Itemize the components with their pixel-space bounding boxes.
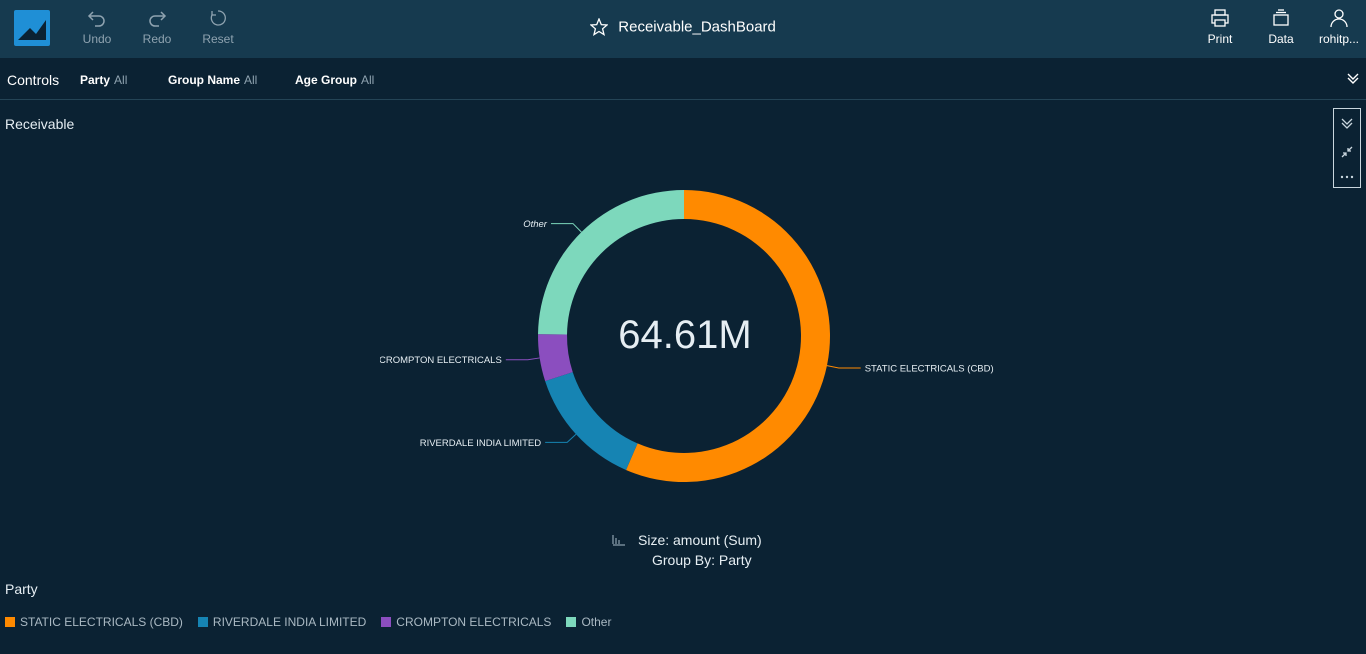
group-name-filter-value: All <box>244 73 258 87</box>
legend-swatch <box>566 617 577 627</box>
age-group-filter[interactable]: Age Group All <box>295 73 374 87</box>
favorite-star-icon[interactable] <box>590 18 609 37</box>
legend-swatch <box>197 617 208 627</box>
legend-item[interactable]: CROMPTON ELECTRICALS <box>381 615 551 629</box>
party-filter[interactable]: Party All <box>80 73 127 87</box>
sort-icon[interactable] <box>612 534 626 546</box>
legend-label: CROMPTON ELECTRICALS <box>396 615 552 629</box>
user-label: rohitp... <box>1318 32 1360 46</box>
collapse-visual-icon[interactable] <box>1340 116 1354 130</box>
slice-label-riverdale-india-limited: RIVERDALE INDIA LIMITED <box>420 438 542 449</box>
group-by-label: Group By: Party <box>652 552 752 568</box>
print-button[interactable]: Print <box>1196 8 1244 46</box>
chart-legend: STATIC ELECTRICALS (CBD) RIVERDALE INDIA… <box>5 615 611 629</box>
leader-line-other <box>550 223 582 233</box>
more-options-icon[interactable] <box>1339 174 1355 180</box>
user-icon <box>1330 9 1348 28</box>
legend-item[interactable]: Other <box>566 615 611 629</box>
slice-label-crompton-electricals: CROMPTON ELECTRICALS <box>380 355 502 366</box>
legend-item[interactable]: STATIC ELECTRICALS (CBD) <box>5 615 183 629</box>
slice-label-other: Other <box>523 219 548 230</box>
expand-controls-icon[interactable] <box>1346 71 1360 85</box>
legend-title: Party <box>5 581 38 597</box>
visual-menu <box>1333 108 1361 188</box>
size-label: Size: amount (Sum) <box>638 532 762 548</box>
party-filter-name: Party <box>80 73 111 87</box>
legend-label: Other <box>581 615 612 629</box>
legend-label: STATIC ELECTRICALS (CBD) <box>20 615 183 629</box>
data-icon <box>1273 9 1289 26</box>
slice-riverdale-india-limited[interactable] <box>545 372 638 470</box>
group-name-filter[interactable]: Group Name All <box>168 73 257 87</box>
top-toolbar: Undo Redo Reset Receivable_DashBoard Pri… <box>0 0 1366 59</box>
data-button[interactable]: Data <box>1257 8 1305 46</box>
age-group-filter-name: Age Group <box>295 73 357 87</box>
controls-bar: Controls Party All Group Name All Age Grou… <box>0 59 1366 100</box>
minimize-icon[interactable] <box>1340 145 1354 159</box>
group-name-filter-name: Group Name <box>168 73 241 87</box>
dashboard-title: Receivable_DashBoard <box>0 18 1366 37</box>
user-menu-button[interactable]: rohitp... <box>1312 8 1366 46</box>
leader-line-static-electricals-cbd <box>826 365 861 369</box>
slice-label-static-electricals-cbd: STATIC ELECTRICALS (CBD) <box>865 364 994 375</box>
leader-line-crompton-electricals <box>505 357 540 361</box>
donut-center-value: 64.61M <box>618 313 752 357</box>
legend-label: RIVERDALE INDIA LIMITED <box>212 615 367 629</box>
data-label: Data <box>1268 32 1294 46</box>
leader-line-riverdale-india-limited <box>545 433 577 443</box>
controls-label[interactable]: Controls <box>7 72 59 88</box>
visual-title: Receivable <box>5 116 75 132</box>
legend-swatch <box>381 617 392 627</box>
print-label: Print <box>1207 32 1233 46</box>
legend-swatch <box>5 617 15 627</box>
party-filter-value: All <box>114 73 128 87</box>
print-icon <box>1211 9 1229 27</box>
age-group-filter-value: All <box>361 73 375 87</box>
dashboard-title-text[interactable]: Receivable_DashBoard <box>618 19 776 36</box>
legend-item[interactable]: RIVERDALE INDIA LIMITED <box>197 615 367 629</box>
